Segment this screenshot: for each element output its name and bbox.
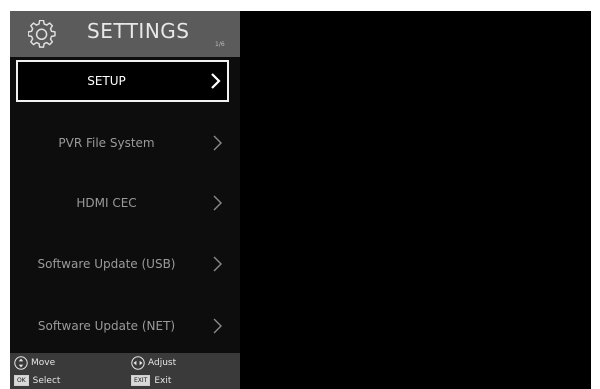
hint-move-label: Move (31, 358, 56, 368)
page-indicator: 1/6 (215, 41, 225, 48)
hint-exit-label: Exit (154, 375, 172, 386)
hint-adjust-label: Adjust (148, 358, 177, 368)
hint-adjust: Adjust (131, 356, 176, 370)
tv-screen: SETTINGS 1/6 SETUP PVR File System HDMI … (10, 11, 591, 389)
chevron-right-icon (213, 135, 222, 151)
chevron-right-icon (213, 318, 222, 334)
exit-key-icon: EXIT (131, 375, 151, 386)
button-hints-bar: Move Adjust OK Select EXIT Exit (10, 353, 240, 389)
chevron-right-icon (213, 195, 222, 211)
chevron-right-icon (213, 256, 222, 272)
left-right-arrows-icon (131, 356, 145, 370)
up-down-arrows-icon (14, 356, 28, 370)
menu-item-label: HDMI CEC (76, 196, 137, 210)
hint-exit: EXIT Exit (131, 375, 171, 386)
hint-select-label: Select (32, 375, 61, 386)
page-title: SETTINGS (87, 19, 190, 43)
settings-panel: SETTINGS 1/6 SETUP PVR File System HDMI … (10, 11, 240, 389)
menu-item-setup[interactable]: SETUP (16, 60, 229, 102)
settings-header: SETTINGS 1/6 (10, 11, 240, 57)
chevron-right-icon (211, 73, 221, 89)
hint-move: Move (14, 356, 55, 370)
gear-icon (28, 20, 56, 48)
menu-item-hdmi-cec[interactable]: HDMI CEC (16, 182, 229, 224)
menu-item-software-update-net[interactable]: Software Update (NET) (16, 305, 229, 347)
ok-key-icon: OK (14, 375, 29, 386)
menu-item-pvr-file-system[interactable]: PVR File System (16, 122, 229, 164)
hint-select: OK Select (14, 375, 60, 386)
menu-item-label: Software Update (NET) (37, 319, 176, 333)
menu-item-label: SETUP (87, 74, 126, 88)
menu-item-label: PVR File System (58, 136, 155, 150)
menu-item-label: Software Update (USB) (37, 257, 176, 271)
menu-item-software-update-usb[interactable]: Software Update (USB) (16, 243, 229, 285)
